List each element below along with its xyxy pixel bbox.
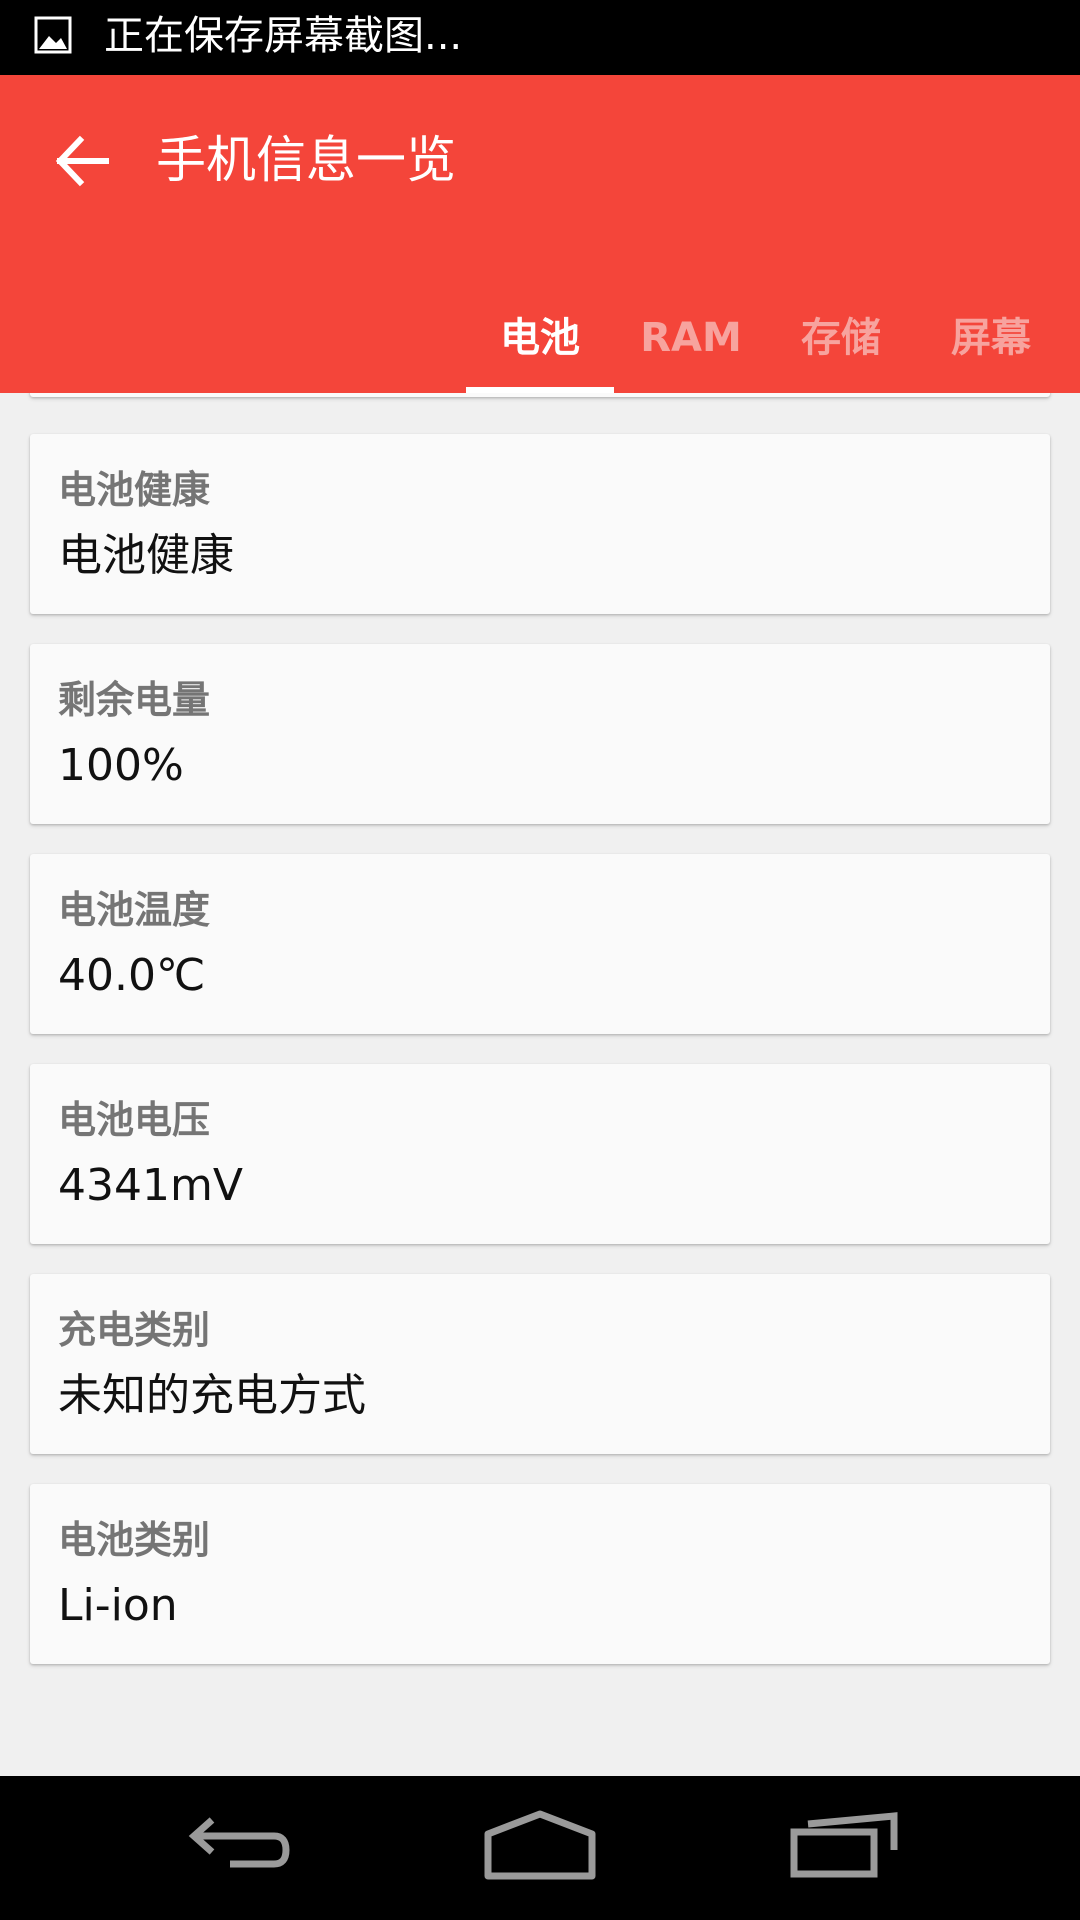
- card-value: 4341mV: [58, 1160, 243, 1211]
- card-battery-type: 电池类别 Li-ion: [30, 1484, 1050, 1664]
- nav-back-icon[interactable]: [186, 1806, 292, 1886]
- card-value: 未知的充电方式: [58, 1370, 366, 1421]
- tab-ram[interactable]: RAM: [628, 283, 754, 393]
- card-label: 充电类别: [58, 1308, 211, 1352]
- card-label: 电池健康: [58, 468, 211, 512]
- card-label: 电池类别: [58, 1518, 211, 1562]
- card-value: 电池健康: [58, 530, 234, 581]
- card-charge-type: 充电类别 未知的充电方式: [30, 1274, 1050, 1454]
- image-icon: [34, 16, 72, 54]
- card-battery-temperature: 电池温度 40.0℃: [30, 854, 1050, 1034]
- card-battery-voltage: 电池电压 4341mV: [30, 1064, 1050, 1244]
- tab-storage[interactable]: 存储: [786, 283, 896, 393]
- card-value: 100%: [58, 740, 184, 791]
- card-label: 电池电压: [58, 1098, 211, 1142]
- tab-screen[interactable]: 屏幕: [936, 283, 1046, 393]
- app-bar: 手机信息一览 电池 RAM 存储 屏幕: [0, 75, 1080, 393]
- card-battery-health: 电池健康 电池健康: [30, 434, 1050, 614]
- status-bar: 正在保存屏幕截图...: [0, 0, 1080, 75]
- card-partial: [30, 393, 1050, 397]
- tab-battery[interactable]: 电池: [466, 283, 614, 393]
- status-notification-text: 正在保存屏幕截图...: [104, 13, 463, 59]
- card-value: Li-ion: [58, 1580, 178, 1631]
- page-title: 手机信息一览: [156, 131, 456, 189]
- nav-recents-icon[interactable]: [790, 1806, 898, 1886]
- card-value: 40.0℃: [58, 950, 206, 1001]
- card-remaining-charge: 剩余电量 100%: [30, 644, 1050, 824]
- card-label: 剩余电量: [58, 678, 211, 722]
- navigation-bar: [0, 1776, 1080, 1920]
- card-label: 电池温度: [58, 888, 211, 932]
- battery-info-list[interactable]: 电池健康 电池健康 剩余电量 100% 电池温度 40.0℃ 电池电压 4341…: [0, 393, 1080, 1776]
- nav-home-icon[interactable]: [484, 1806, 596, 1886]
- arrow-left-icon[interactable]: [50, 128, 116, 194]
